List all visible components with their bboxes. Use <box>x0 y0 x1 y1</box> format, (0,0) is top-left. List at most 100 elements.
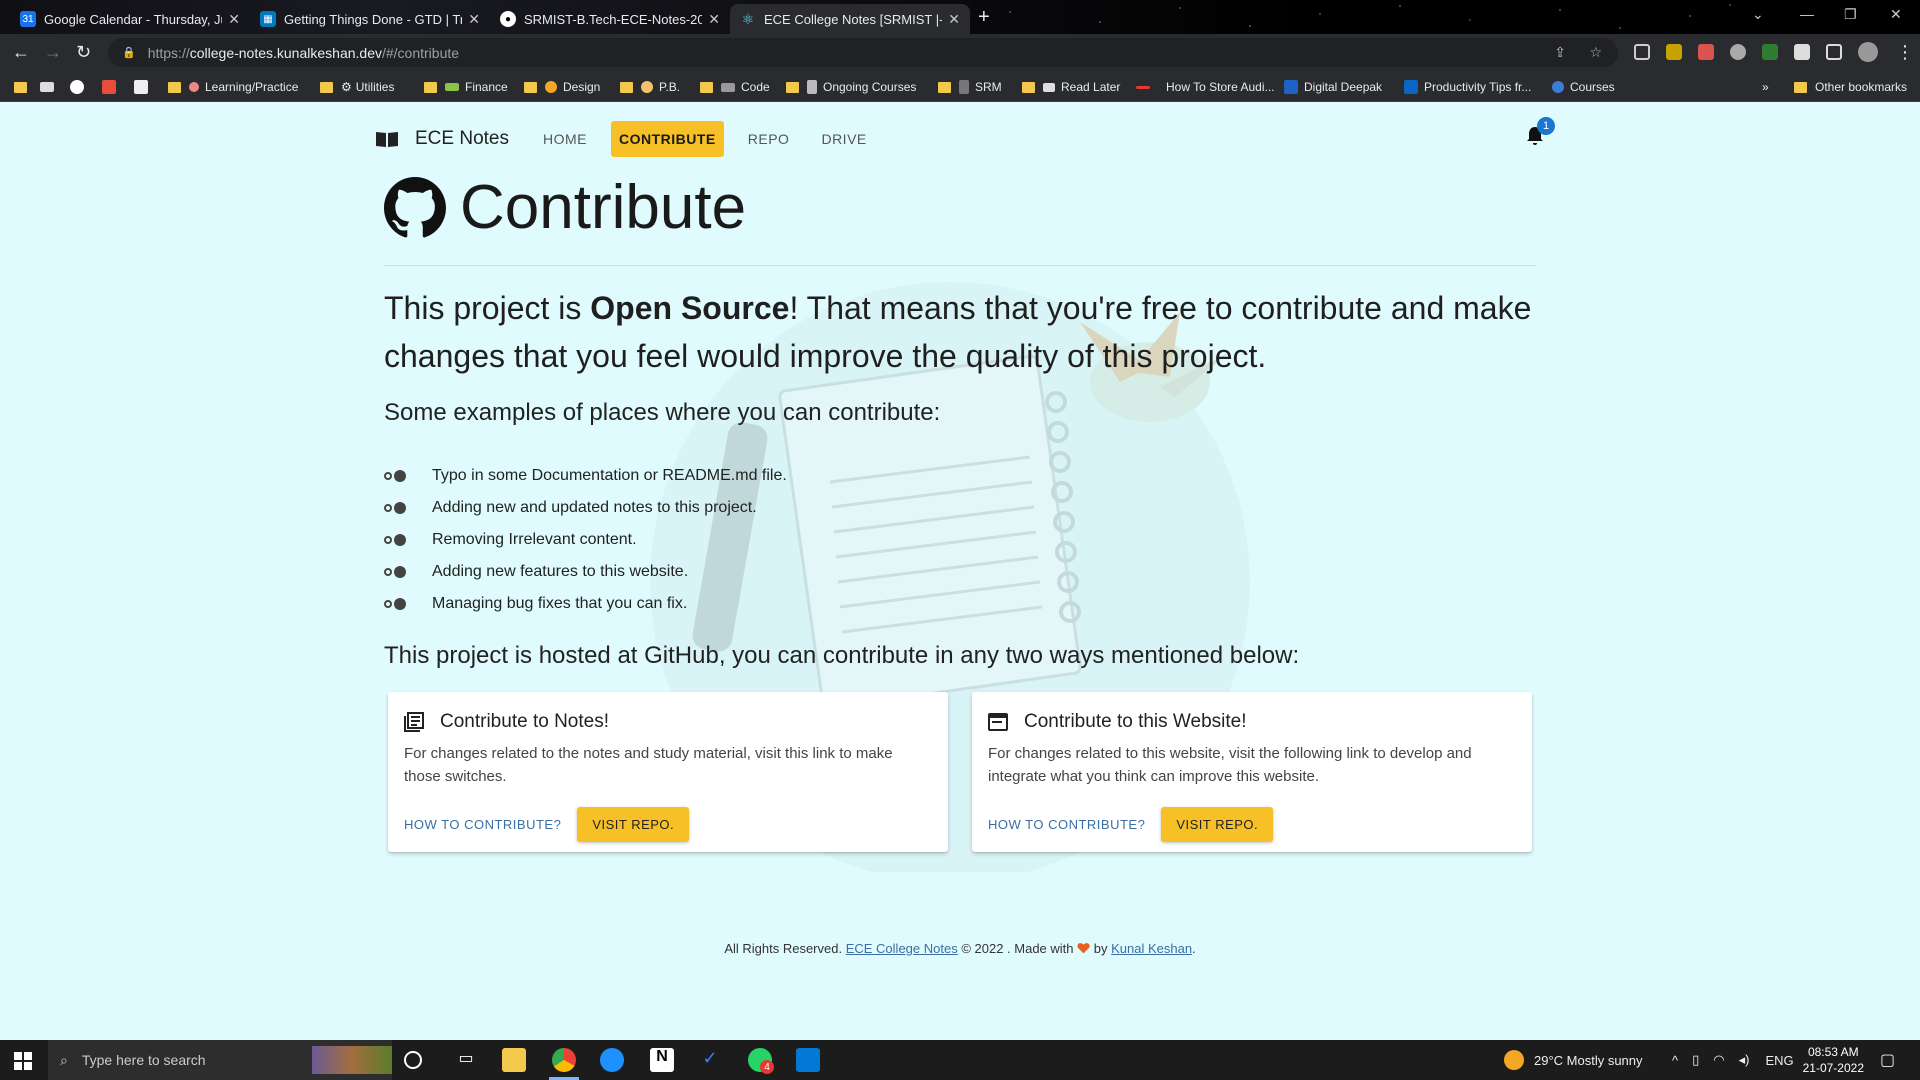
language-indicator[interactable]: ENG <box>1765 1053 1793 1068</box>
close-tab-icon[interactable]: ✕ <box>468 11 480 28</box>
puzzle-extensions-icon[interactable] <box>1794 44 1810 60</box>
bookmark-courses[interactable]: Courses <box>1552 78 1615 96</box>
bookmark-star-icon[interactable]: ☆ <box>1589 44 1602 61</box>
search-icon: ⌕ <box>60 1051 68 1068</box>
bookmark-pb[interactable]: P.B. <box>620 78 680 96</box>
wifi-icon[interactable]: ◠ <box>1713 1052 1724 1068</box>
tab-title: Google Calendar - Thursday, July <box>44 11 223 27</box>
tab-ece-notes[interactable]: ⚛ ECE College Notes [SRMIST |-202. ✕ <box>730 4 970 34</box>
more-bookmarks-chevron-icon[interactable]: » <box>1762 78 1769 96</box>
person-icon <box>641 81 653 93</box>
close-tab-icon[interactable]: ✕ <box>708 11 720 28</box>
bookmark-utilities[interactable]: ⚙ Utilities <box>320 78 394 96</box>
list-item-text: Removing Irrelevant content. <box>432 531 637 548</box>
cortana-icon[interactable] <box>404 1051 422 1069</box>
notification-center-icon[interactable]: ▢ <box>1880 1040 1895 1080</box>
bookmark-label: Productivity Tips fr... <box>1424 80 1532 94</box>
bookmark-ongoing-courses[interactable]: Ongoing Courses <box>786 78 916 96</box>
bookmark-design[interactable]: Design <box>524 78 600 96</box>
windows-taskbar: ⌕ Type here to search ▭ N ✓ 4 29°C Mostl… <box>0 1040 1920 1080</box>
react-favicon-icon: ⚛ <box>741 10 755 27</box>
system-clock[interactable]: 08:53 AM 21-07-2022 <box>1803 1044 1864 1076</box>
new-tab-button[interactable]: + <box>978 6 990 29</box>
vscode-icon[interactable] <box>796 1048 820 1072</box>
audio-icon <box>1136 85 1150 89</box>
mail-icon[interactable] <box>40 78 60 96</box>
eye-ext-icon[interactable] <box>1730 44 1746 60</box>
nav-contribute[interactable]: CONTRIBUTE <box>610 121 724 157</box>
examples-heading: Some examples of places where you can co… <box>384 399 941 426</box>
battery-icon[interactable]: ▯ <box>1692 1052 1699 1068</box>
notion-icon[interactable]: N <box>650 1048 674 1072</box>
other-bookmarks[interactable]: Other bookmarks <box>1794 78 1907 96</box>
close-tab-icon[interactable]: ✕ <box>228 11 240 28</box>
bookmark-productivity[interactable]: Productivity Tips fr... <box>1404 78 1531 96</box>
pencil-ext-icon[interactable] <box>1666 44 1682 60</box>
other-bookmarks-label: Other bookmarks <box>1815 80 1908 94</box>
how-to-contribute-link[interactable]: HOW TO CONTRIBUTE? <box>404 817 561 832</box>
footer-site-link[interactable]: ECE College Notes <box>846 941 958 956</box>
bookmark-label: Digital Deepak <box>1304 80 1383 94</box>
close-tab-icon[interactable]: ✕ <box>948 11 960 28</box>
whatsapp-icon[interactable]: 4 <box>748 1048 774 1074</box>
bookmark-code[interactable]: Code <box>700 78 770 96</box>
taskbar-search-input[interactable]: ⌕ Type here to search <box>48 1040 392 1080</box>
tab-trello[interactable]: ▦ Getting Things Done - GTD | Trell ✕ <box>250 4 490 34</box>
brand[interactable]: ECE Notes <box>375 128 509 150</box>
notion-bookmark-icon[interactable] <box>134 78 154 96</box>
bookmark-finance[interactable]: Finance <box>424 78 508 96</box>
visit-repo-button[interactable]: VISIT REPO. <box>1161 807 1274 842</box>
share-icon[interactable]: ⇪ <box>1554 44 1566 61</box>
nav-drive[interactable]: DRIVE <box>813 121 874 157</box>
bookmark-audio[interactable]: How To Store Audi... <box>1136 78 1275 96</box>
notes-contribute-card: Contribute to Notes! For changes related… <box>388 692 948 852</box>
menu-kebab-icon[interactable]: ⋮ <box>1896 42 1914 63</box>
green-ext-icon[interactable] <box>1762 44 1778 60</box>
megaphone-ext-icon[interactable] <box>1698 44 1714 60</box>
calendar-bookmark-icon[interactable] <box>102 78 122 96</box>
url-host: college-notes.kunalkeshan.dev <box>189 44 382 61</box>
task-view-icon[interactable]: ▭ <box>454 1048 478 1072</box>
nav-repo[interactable]: REPO <box>740 121 798 157</box>
weather-widget[interactable]: 29°C Mostly sunny <box>1504 1040 1643 1080</box>
bookmark-label: Code <box>741 80 770 94</box>
chrome-icon[interactable] <box>552 1048 576 1072</box>
bookmark-label: Design <box>563 80 601 94</box>
bookmark-srm[interactable]: SRM <box>938 78 1002 96</box>
tab-google-calendar[interactable]: 31 Google Calendar - Thursday, July ✕ <box>10 4 250 34</box>
address-bar[interactable]: 🔒 https://college-notes.kunalkeshan.dev /… <box>108 38 1618 67</box>
bookmark-label: Read Later <box>1061 80 1121 94</box>
notion-ext-icon[interactable] <box>1634 44 1650 60</box>
calendar-favicon-icon: 31 <box>20 11 36 27</box>
windows-start-icon[interactable] <box>14 1052 32 1070</box>
speaker-icon[interactable]: ◂) <box>1739 1052 1750 1068</box>
how-to-contribute-link[interactable]: HOW TO CONTRIBUTE? <box>988 817 1145 832</box>
side-panel-icon[interactable] <box>1826 44 1842 60</box>
nav-home[interactable]: HOME <box>535 121 595 157</box>
chevron-up-icon[interactable]: ^ <box>1672 1053 1678 1068</box>
tab-github[interactable]: ● SRMIST-B.Tech-ECE-Notes-2022- ✕ <box>490 4 730 34</box>
bookmark-digital-deepak[interactable]: Digital Deepak <box>1284 78 1382 96</box>
todo-check-icon[interactable]: ✓ <box>698 1048 722 1072</box>
reload-icon[interactable]: ↻ <box>76 42 91 63</box>
firefox-icon[interactable] <box>600 1048 624 1072</box>
bookmark-read-later[interactable]: Read Later <box>1022 78 1120 96</box>
close-window-button[interactable]: ✕ <box>1890 6 1902 23</box>
restore-button[interactable]: ❐ <box>1844 6 1857 23</box>
laptop-icon <box>721 82 735 92</box>
tab-search-icon[interactable]: ⌄ <box>1752 6 1764 23</box>
github-bookmark-icon[interactable] <box>70 78 90 96</box>
courses-icon <box>807 80 817 94</box>
profile-avatar[interactable] <box>1858 42 1878 62</box>
back-arrow-icon[interactable]: ← <box>12 42 30 63</box>
bookmark-folder-icon[interactable] <box>14 78 35 96</box>
file-explorer-icon[interactable] <box>502 1048 526 1072</box>
notifications-button[interactable]: 1 <box>1525 117 1555 152</box>
notification-badge: 1 <box>1537 117 1555 135</box>
forward-arrow-icon[interactable]: → <box>44 42 62 63</box>
bookmark-learning[interactable]: Learning/Practice <box>168 78 298 96</box>
visit-repo-button[interactable]: VISIT REPO. <box>577 807 690 842</box>
footer-author-link[interactable]: Kunal Keshan <box>1111 941 1192 956</box>
minimize-button[interactable]: — <box>1800 6 1814 22</box>
bookmark-label: SRM <box>975 80 1002 94</box>
